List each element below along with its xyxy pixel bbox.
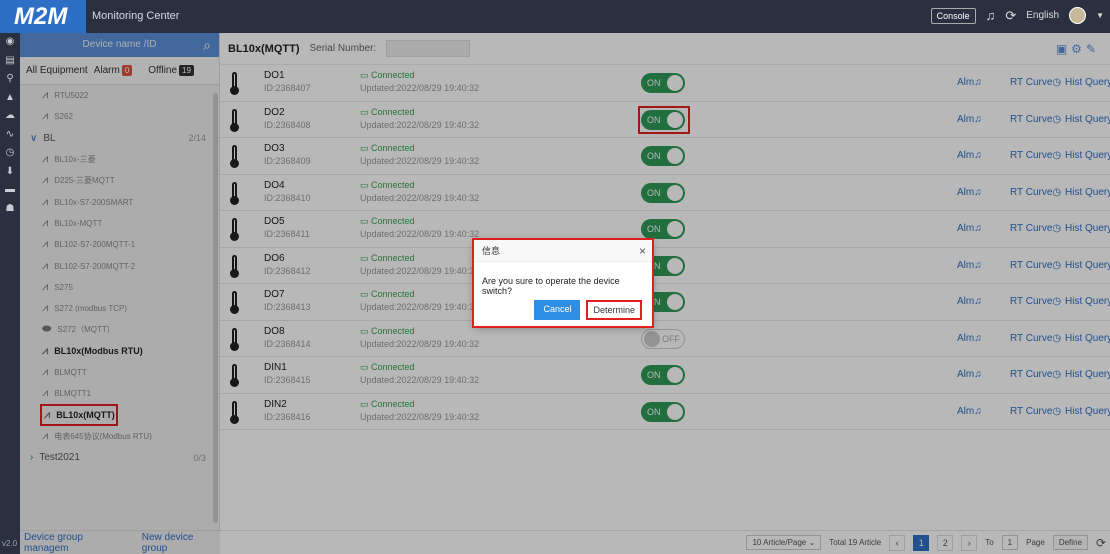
clock-icon[interactable]: ◷ — [0, 144, 20, 163]
cloud-icon[interactable]: ☁ — [0, 107, 20, 126]
home-icon[interactable]: ◉ — [0, 33, 20, 52]
top-actions: Console ♫ ⟳ English ▼ — [930, 7, 1104, 24]
confirm-dialog: 信息 × Are you sure to operate the device … — [472, 238, 654, 328]
top-bar: M2M Monitoring Center Console ♫ ⟳ Englis… — [0, 0, 1110, 33]
language-select[interactable]: English — [1026, 10, 1059, 21]
dialog-header: 信息 × — [474, 240, 652, 262]
console-button[interactable]: Console — [930, 7, 976, 24]
user-icon[interactable]: ☗ — [0, 200, 20, 219]
dialog-message: Are you sure to operate the device switc… — [482, 276, 620, 296]
save-icon[interactable]: ▤ — [0, 52, 20, 71]
chevron-down-icon[interactable]: ▼ — [1096, 11, 1104, 20]
determine-button[interactable]: Determine — [586, 300, 642, 320]
app-title: Monitoring Center — [92, 10, 180, 22]
location-icon[interactable]: ⚲ — [0, 70, 20, 89]
chart-icon[interactable]: ∿ — [0, 126, 20, 145]
app-logo: M2M — [0, 0, 86, 33]
version-label: v2.0 — [2, 539, 18, 548]
refresh-icon[interactable]: ⟳ — [1005, 8, 1016, 24]
download-icon[interactable]: ⬇ — [0, 163, 20, 182]
close-icon[interactable]: × — [639, 240, 646, 262]
bell-icon[interactable]: ▲ — [0, 89, 20, 108]
icon-rail: ◉ ▤ ⚲ ▲ ☁ ∿ ◷ ⬇ ▬ ☗ v2.0 — [0, 33, 20, 554]
bell-icon[interactable]: ♫ — [986, 8, 996, 23]
folder-icon[interactable]: ▬ — [0, 181, 20, 200]
dialog-title: 信息 — [482, 246, 501, 256]
dialog-buttons: Cancel Determine — [534, 300, 642, 320]
avatar[interactable] — [1069, 7, 1087, 24]
cancel-button[interactable]: Cancel — [534, 300, 581, 320]
